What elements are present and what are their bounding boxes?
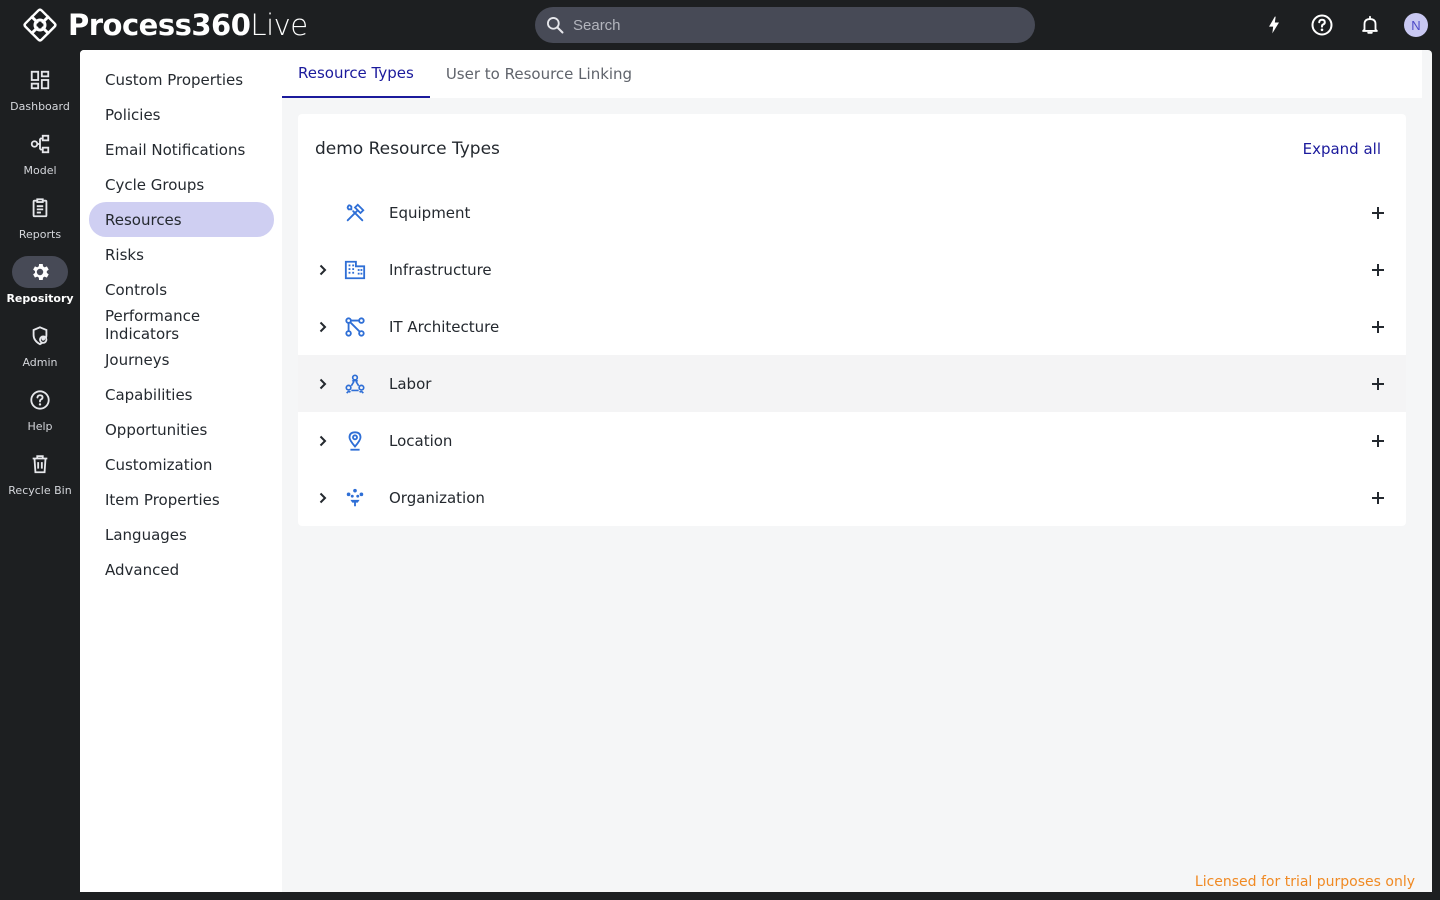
subnav-item-opportunities[interactable]: Opportunities — [89, 412, 274, 447]
search-bar[interactable] — [535, 7, 1035, 43]
add-icon[interactable] — [1368, 317, 1388, 337]
add-icon[interactable] — [1368, 431, 1388, 451]
tab-user-to-resource-linking[interactable]: User to Resource Linking — [430, 50, 648, 98]
model-icon — [12, 128, 68, 160]
resource-type-label: Organization — [389, 488, 485, 507]
add-icon[interactable] — [1368, 203, 1388, 223]
chevron-right-icon[interactable] — [314, 489, 332, 507]
tab-bar: Resource Types User to Resource Linking — [282, 50, 1422, 98]
left-rail-nav: Dashboard Model Reports Repository Admin… — [0, 50, 80, 900]
chevron-right-icon[interactable] — [314, 432, 332, 450]
avatar[interactable]: N — [1404, 13, 1428, 37]
tools-icon — [343, 201, 367, 225]
dashboard-icon — [12, 64, 68, 96]
rail-item-dashboard[interactable]: Dashboard — [0, 64, 80, 113]
rail-item-reports[interactable]: Reports — [0, 192, 80, 241]
content-area: Resource Types User to Resource Linking … — [282, 50, 1432, 892]
rail-label: Dashboard — [10, 100, 70, 113]
search-input[interactable] — [573, 16, 1013, 34]
resource-types-card: demo Resource Types Expand all Equipment — [298, 114, 1406, 526]
resource-type-label: IT Architecture — [389, 317, 500, 336]
help-icon — [12, 384, 68, 416]
repository-subnav: Custom Properties Policies Email Notific… — [80, 50, 282, 892]
rail-label: Recycle Bin — [8, 484, 72, 497]
rail-label: Help — [27, 420, 53, 433]
tab-resource-types[interactable]: Resource Types — [282, 50, 430, 98]
resource-type-row-location[interactable]: Location — [298, 412, 1406, 469]
rail-label: Model — [23, 164, 57, 177]
rail-item-repository[interactable]: Repository — [0, 256, 80, 305]
subnav-item-customization[interactable]: Customization — [89, 447, 274, 482]
search-icon — [547, 17, 564, 34]
subnav-item-custom-properties[interactable]: Custom Properties — [89, 62, 274, 97]
expand-all-link[interactable]: Expand all — [1303, 140, 1381, 158]
subnav-item-capabilities[interactable]: Capabilities — [89, 377, 274, 412]
subnav-item-performance-indicators[interactable]: Performance Indicators — [89, 307, 274, 343]
location-pin-icon — [343, 429, 367, 453]
rail-item-model[interactable]: Model — [0, 128, 80, 177]
subnav-item-resources[interactable]: Resources — [89, 202, 274, 237]
subnav-item-item-properties[interactable]: Item Properties — [89, 482, 274, 517]
rail-label: Repository — [6, 292, 74, 305]
people-icon — [343, 372, 367, 396]
trash-icon — [12, 448, 68, 480]
resource-type-label: Labor — [389, 374, 432, 393]
lightning-icon[interactable] — [1260, 11, 1288, 39]
resource-type-label: Location — [389, 431, 453, 450]
subnav-item-email-notifications[interactable]: Email Notifications — [89, 132, 274, 167]
app-logo[interactable]: Process360Live — [22, 7, 308, 43]
resource-type-row-organization[interactable]: Organization — [298, 469, 1406, 526]
main-panel: Custom Properties Policies Email Notific… — [80, 50, 1432, 892]
subnav-item-risks[interactable]: Risks — [89, 237, 274, 272]
top-bar: Process360Live N — [0, 0, 1440, 50]
resource-type-row-it-architecture[interactable]: IT Architecture — [298, 298, 1406, 355]
rail-item-recycle-bin[interactable]: Recycle Bin — [0, 448, 80, 497]
resource-type-label: Equipment — [389, 203, 471, 222]
rail-item-help[interactable]: Help — [0, 384, 80, 433]
subnav-item-journeys[interactable]: Journeys — [89, 342, 274, 377]
resource-type-row-equipment[interactable]: Equipment — [298, 184, 1406, 241]
card-title: demo Resource Types — [315, 139, 500, 159]
subnav-item-policies[interactable]: Policies — [89, 97, 274, 132]
chevron-right-icon[interactable] — [314, 261, 332, 279]
rail-item-admin[interactable]: Admin — [0, 320, 80, 369]
chevron-right-icon[interactable] — [314, 318, 332, 336]
bell-icon[interactable] — [1356, 11, 1384, 39]
chevron-right-icon[interactable] — [314, 375, 332, 393]
top-actions: N — [1240, 11, 1428, 39]
add-icon[interactable] — [1368, 374, 1388, 394]
subnav-item-cycle-groups[interactable]: Cycle Groups — [89, 167, 274, 202]
organization-icon — [343, 486, 367, 510]
license-notice: Licensed for trial purposes only — [1194, 874, 1415, 890]
building-icon — [343, 258, 367, 282]
subnav-item-advanced[interactable]: Advanced — [89, 552, 274, 587]
resource-type-row-infrastructure[interactable]: Infrastructure — [298, 241, 1406, 298]
reports-icon — [12, 192, 68, 224]
help-circle-icon[interactable] — [1308, 11, 1336, 39]
logo-text: Process360Live — [68, 7, 308, 42]
add-icon[interactable] — [1368, 488, 1388, 508]
admin-shield-icon — [12, 320, 68, 352]
network-icon — [343, 315, 367, 339]
resource-type-row-labor[interactable]: Labor — [298, 355, 1406, 412]
gear-icon — [12, 256, 68, 288]
add-icon[interactable] — [1368, 260, 1388, 280]
rail-label: Admin — [22, 356, 58, 369]
subnav-item-languages[interactable]: Languages — [89, 517, 274, 552]
rail-label: Reports — [18, 228, 62, 241]
subnav-item-controls[interactable]: Controls — [89, 272, 274, 307]
logo-mark-icon — [23, 8, 57, 42]
resource-type-label: Infrastructure — [389, 260, 492, 279]
